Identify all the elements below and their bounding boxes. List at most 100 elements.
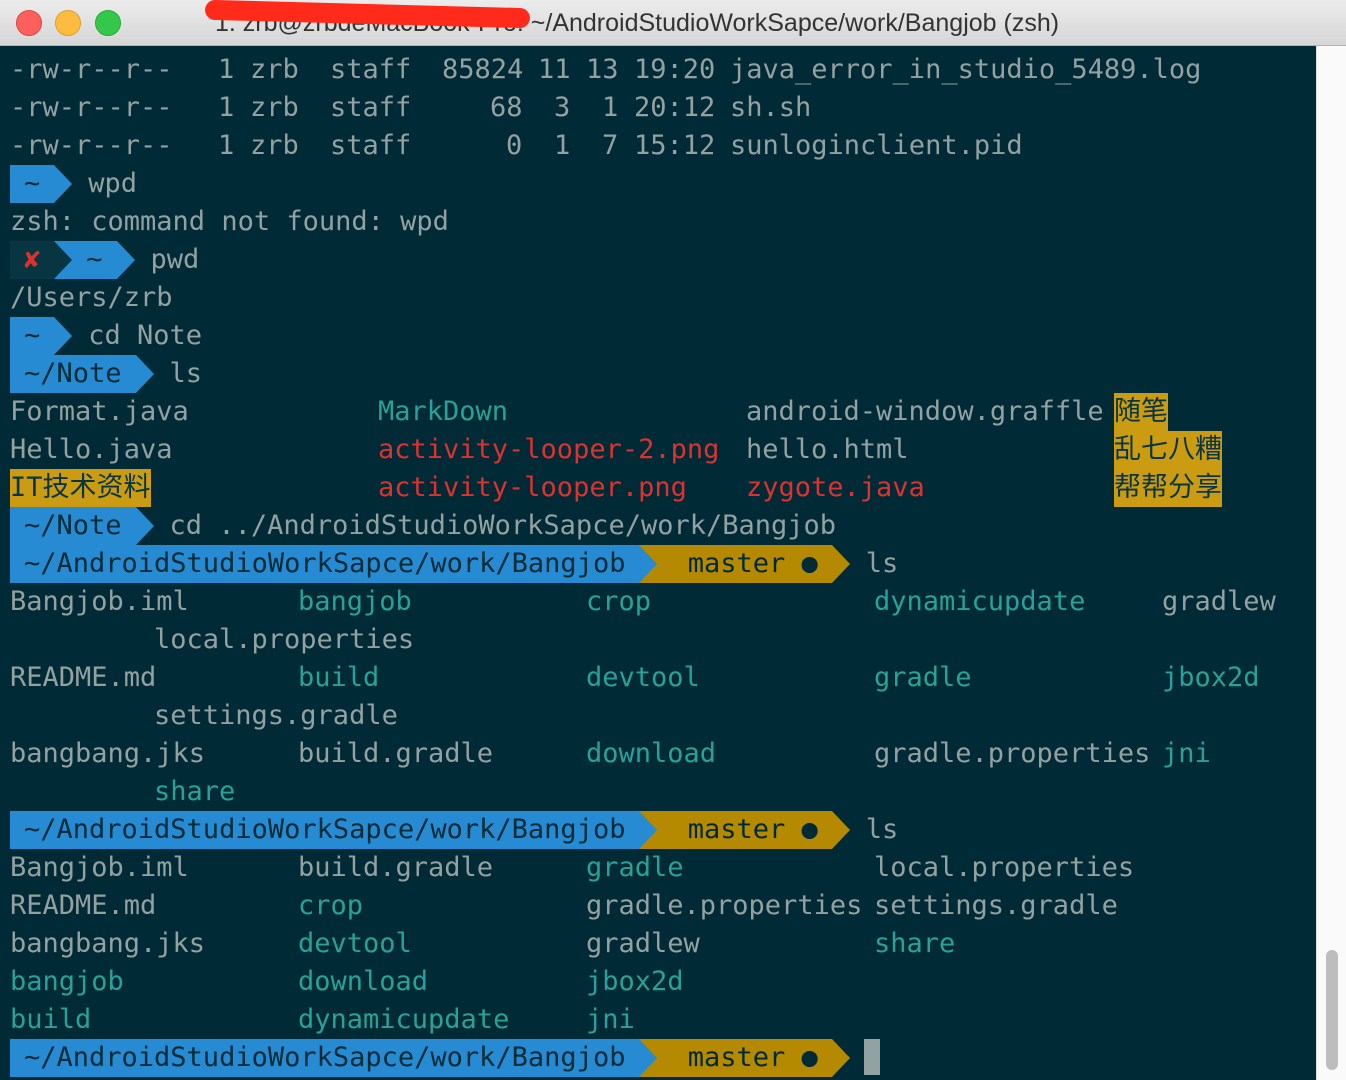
directory-entry: gradle (586, 852, 684, 883)
git-branch-segment: master ● (657, 811, 832, 849)
directory-entry: gradle (874, 662, 972, 693)
directory-entry: bangjob (298, 586, 412, 617)
directory-entry: devtool (586, 662, 700, 693)
command-text: ls (865, 548, 899, 579)
ls-row: Format.java MarkDown android-window.graf… (10, 393, 1316, 431)
group: staff (330, 130, 412, 161)
directory-entry: build (298, 662, 380, 693)
prompt-arrow-icon (639, 545, 658, 583)
directory-entry: crop (298, 890, 364, 921)
directory-entry: jni (1162, 738, 1211, 769)
directory-entry: MarkDown (378, 396, 509, 427)
title-bar[interactable]: 1. zrb@zrbdeMacBook-Pro: ~/AndroidStudio… (0, 0, 1346, 46)
directory-entry: bangjob (10, 966, 124, 997)
file-entry: bangbang.jks (10, 928, 206, 959)
prompt-arrow-icon (116, 241, 135, 279)
size: 85824 (442, 54, 524, 85)
links: 1 (218, 130, 235, 161)
file-entry: build.gradle (298, 852, 494, 883)
scrollbar-thumb[interactable] (1326, 950, 1338, 1070)
size: 0 (506, 130, 523, 161)
directory-entry: download (586, 738, 717, 769)
file-entry: local.properties (154, 624, 415, 655)
file-entry: Format.java (10, 396, 189, 427)
file-entry: Bangjob.iml (10, 852, 189, 883)
prompt-arrow-icon (54, 165, 73, 203)
file-entry: gradlew (1162, 586, 1276, 617)
file-entry: settings.gradle (874, 890, 1118, 921)
ls-row: Bangjob.iml build.gradle gradle local.pr… (10, 849, 1316, 887)
directory-entry: download (298, 966, 429, 997)
directory-entry: jbox2d (1162, 662, 1260, 693)
scrollbar[interactable] (1316, 46, 1346, 1080)
directory-entry: 随笔 (1114, 393, 1168, 431)
file-entry: bangbang.jks (10, 738, 206, 769)
directory-entry: jni (586, 1004, 635, 1035)
pwd-output: /Users/zrb (10, 282, 173, 313)
file-entry: gradlew (586, 928, 700, 959)
directory-entry: share (154, 776, 236, 807)
prompt-arrow-icon (831, 811, 850, 849)
file-entry: build.gradle (298, 738, 494, 769)
time: 19:20 (634, 54, 716, 85)
directory-entry: devtool (298, 928, 412, 959)
terminal-output[interactable]: -rw-r--r-- 1 zrb staff 85824 11 13 19:20… (10, 51, 1316, 1077)
file-entry: settings.gradle (154, 700, 398, 731)
prompt-dir-segment: ~/AndroidStudioWorkSapce/work/Bangjob (10, 545, 640, 583)
git-branch-segment: master ● (657, 1039, 832, 1077)
links: 1 (218, 54, 235, 85)
ls-long-row: -rw-r--r-- 1 zrb staff 68 3 1 20:12 sh.s… (10, 89, 1316, 127)
image-entry: activity-looper.png (378, 472, 687, 503)
ls-row: Hello.java activity-looper-2.png hello.h… (10, 431, 1316, 469)
git-branch-name: master ● (687, 814, 818, 845)
prompt-dir-segment: ~ (10, 165, 55, 203)
git-branch-name: master ● (687, 548, 818, 579)
prompt-arrow-icon (639, 1039, 658, 1077)
command-text: cd ../AndroidStudioWorkSapce/work/Bangjo… (169, 510, 837, 541)
minimize-button[interactable] (55, 10, 81, 36)
ls-row: bangbang.jks build.gradle download gradl… (10, 735, 1316, 773)
file-entry: Bangjob.iml (10, 586, 189, 617)
prompt-arrow-icon (54, 317, 73, 355)
day: 1 (602, 92, 619, 123)
file-entry: gradle.properties (874, 738, 1151, 769)
time: 20:12 (634, 92, 716, 123)
file-entry: Hello.java (10, 434, 173, 465)
ls-row: Bangjob.iml bangjob crop dynamicupdate g… (10, 583, 1316, 621)
close-button[interactable] (16, 10, 42, 36)
directory-entry: dynamicupdate (874, 586, 1086, 617)
file-entry: README.md (10, 890, 157, 921)
prompt-dir-segment: ~/Note (10, 507, 136, 545)
error-line: zsh: command not found: wpd (10, 206, 449, 237)
file-entry: local.properties (874, 852, 1135, 883)
prompt-line[interactable]: ~/AndroidStudioWorkSapce/work/Bangjob ma… (10, 1039, 1316, 1077)
prompt-dir-segment: ~ (72, 241, 117, 279)
prompt-arrow-icon (54, 241, 73, 279)
text-cursor[interactable] (863, 1039, 880, 1075)
prompt-dir-segment: ~ (10, 317, 55, 355)
prompt-line: ~/AndroidStudioWorkSapce/work/Bangjob ma… (10, 545, 1316, 583)
prompt-line: ~ wpd (10, 165, 1316, 203)
prompt-line: ~/Note cd ../AndroidStudioWorkSapce/work… (10, 507, 1316, 545)
command-text: wpd (88, 168, 138, 199)
ls-row: local.properties (10, 621, 1316, 659)
file-entry: zygote.java (746, 472, 925, 503)
directory-entry: jbox2d (586, 966, 684, 997)
ls-row: README.md crop gradle.properties setting… (10, 887, 1316, 925)
user: zrb (250, 92, 299, 123)
perm: -rw-r--r-- (10, 130, 173, 161)
ls-long-row: -rw-r--r-- 1 zrb staff 0 1 7 15:12 sunlo… (10, 127, 1316, 165)
directory-entry: crop (586, 586, 652, 617)
git-branch-name: master ● (687, 1042, 818, 1073)
command-text: cd Note (88, 320, 203, 351)
size: 68 (490, 92, 523, 123)
prompt-arrow-icon (135, 507, 154, 545)
zoom-button[interactable] (95, 10, 121, 36)
user: zrb (250, 54, 299, 85)
prompt-arrow-icon (135, 355, 154, 393)
command-text: ls (169, 358, 203, 389)
links: 1 (218, 92, 235, 123)
file-entry: hello.html (746, 434, 909, 465)
ls-row: README.md build devtool gradle jbox2d (10, 659, 1316, 697)
file-entry: gradle.properties (586, 890, 863, 921)
